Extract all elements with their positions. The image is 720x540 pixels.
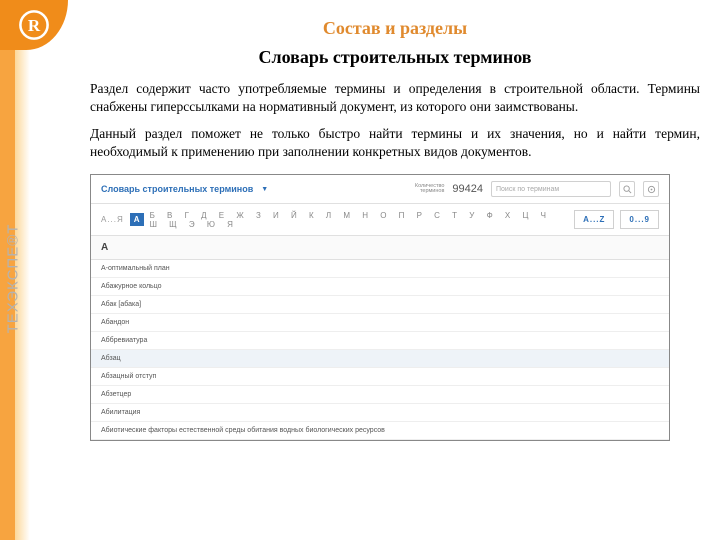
term-row[interactable]: А-оптимальный план: [91, 260, 669, 278]
term-row[interactable]: Абзац: [91, 350, 669, 368]
ss-title[interactable]: Словарь строительных терминов: [101, 184, 253, 194]
section-title: Состав и разделы: [90, 18, 700, 39]
range-cyrillic[interactable]: А...Я: [101, 215, 124, 224]
sidebar-brand-text: ТЕХЭКСПЕ®Т: [4, 224, 21, 334]
letters-row[interactable]: Б В Г Д Е Ж З И Й К Л М Н О П Р С Т У Ф …: [150, 211, 563, 229]
search-input[interactable]: Поиск по терминам: [491, 181, 611, 197]
ss-header: Словарь строительных терминов ▼ Количест…: [91, 175, 669, 204]
page-title: Словарь строительных терминов: [90, 47, 700, 68]
letter-heading: А: [91, 236, 669, 260]
embedded-screenshot: Словарь строительных терминов ▼ Количест…: [90, 174, 670, 441]
range-latin-button[interactable]: A...Z: [574, 210, 614, 229]
term-row[interactable]: Абандон: [91, 314, 669, 332]
ss-count-label: Количество терминов: [415, 184, 445, 195]
dropdown-caret-icon[interactable]: ▼: [261, 186, 268, 193]
ss-count: 99424: [452, 183, 483, 195]
term-row[interactable]: Абилитация: [91, 404, 669, 422]
paragraph-1: Раздел содержит часто употребляемые терм…: [90, 80, 700, 115]
search-icon[interactable]: [619, 181, 635, 197]
term-row[interactable]: Абак [абака]: [91, 296, 669, 314]
paragraph-2: Данный раздел поможет не только быстро н…: [90, 125, 700, 160]
term-row[interactable]: Аббревиатура: [91, 332, 669, 350]
letter-selected[interactable]: А: [130, 213, 144, 226]
range-digits-button[interactable]: 0...9: [620, 210, 659, 229]
svg-text:R: R: [28, 16, 41, 35]
term-row[interactable]: Абзетцер: [91, 386, 669, 404]
term-row[interactable]: Абзацный отступ: [91, 368, 669, 386]
ss-alphabet-bar: А...Я А Б В Г Д Е Ж З И Й К Л М Н О П Р …: [91, 204, 669, 236]
logo-badge: R: [0, 0, 68, 50]
term-row[interactable]: Абажурное кольцо: [91, 278, 669, 296]
term-row[interactable]: Абиотические факторы естественной среды …: [91, 422, 669, 440]
settings-icon[interactable]: [643, 181, 659, 197]
term-list: А-оптимальный планАбажурное кольцоАбак […: [91, 260, 669, 440]
search-placeholder: Поиск по терминам: [496, 186, 559, 193]
registered-icon: R: [17, 8, 51, 42]
